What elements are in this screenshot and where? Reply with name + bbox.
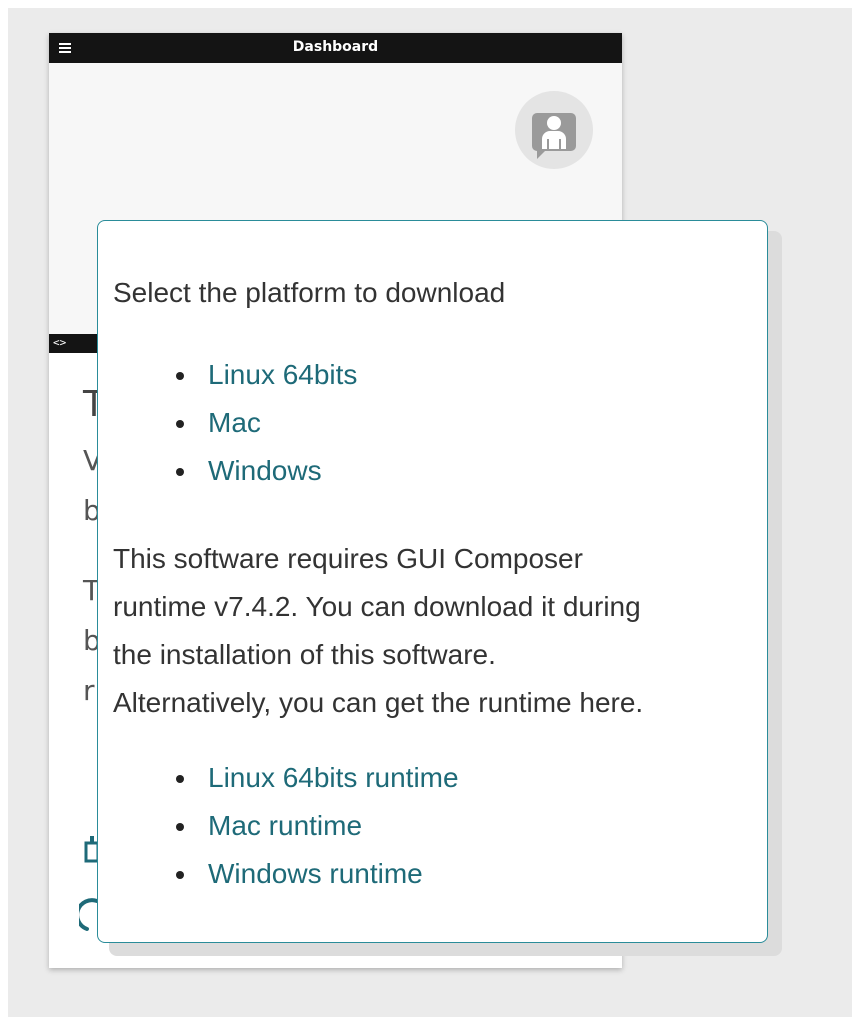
list-item: Linux 64bits runtime (98, 762, 758, 810)
bullet-icon (176, 468, 184, 476)
runtime-download-list: Linux 64bits runtime Mac runtime Windows… (98, 762, 758, 906)
app-title: Dashboard (292, 39, 379, 55)
list-item: Windows runtime (98, 858, 758, 906)
list-item: Linux 64bits (98, 359, 758, 407)
background-text-fragment: r (83, 674, 95, 707)
user-avatar-icon[interactable] (515, 91, 593, 169)
bullet-icon (176, 775, 184, 783)
bullet-icon (176, 372, 184, 380)
mac-link[interactable]: Mac (208, 407, 261, 439)
runtime-requirement-text: This software requires GUI Composer runt… (113, 535, 763, 727)
list-item: Mac (98, 407, 758, 455)
code-toggle-icon[interactable]: <> (53, 336, 66, 350)
list-item: Mac runtime (98, 810, 758, 858)
runtime-text-line: runtime v7.4.2. You can download it duri… (113, 591, 641, 622)
runtime-text-line: the installation of this software. (113, 639, 496, 670)
mac-runtime-link[interactable]: Mac runtime (208, 810, 362, 842)
runtime-text-line: This software requires GUI Composer (113, 543, 583, 574)
dialog-heading: Select the platform to download (113, 277, 506, 308)
bullet-icon (176, 823, 184, 831)
linux-64bits-runtime-link[interactable]: Linux 64bits runtime (208, 762, 459, 794)
windows-runtime-link[interactable]: Windows runtime (208, 858, 423, 890)
download-dialog: Select the platform to download Linux 64… (97, 220, 768, 943)
app-header-bar: Dashboard (49, 33, 622, 63)
linux-64bits-link[interactable]: Linux 64bits (208, 359, 357, 391)
windows-link[interactable]: Windows (208, 455, 322, 487)
runtime-text-line: Alternatively, you can get the runtime h… (113, 687, 644, 718)
list-item: Windows (98, 455, 758, 503)
bullet-icon (176, 871, 184, 879)
platform-download-list: Linux 64bits Mac Windows (98, 359, 758, 503)
bullet-icon (176, 420, 184, 428)
